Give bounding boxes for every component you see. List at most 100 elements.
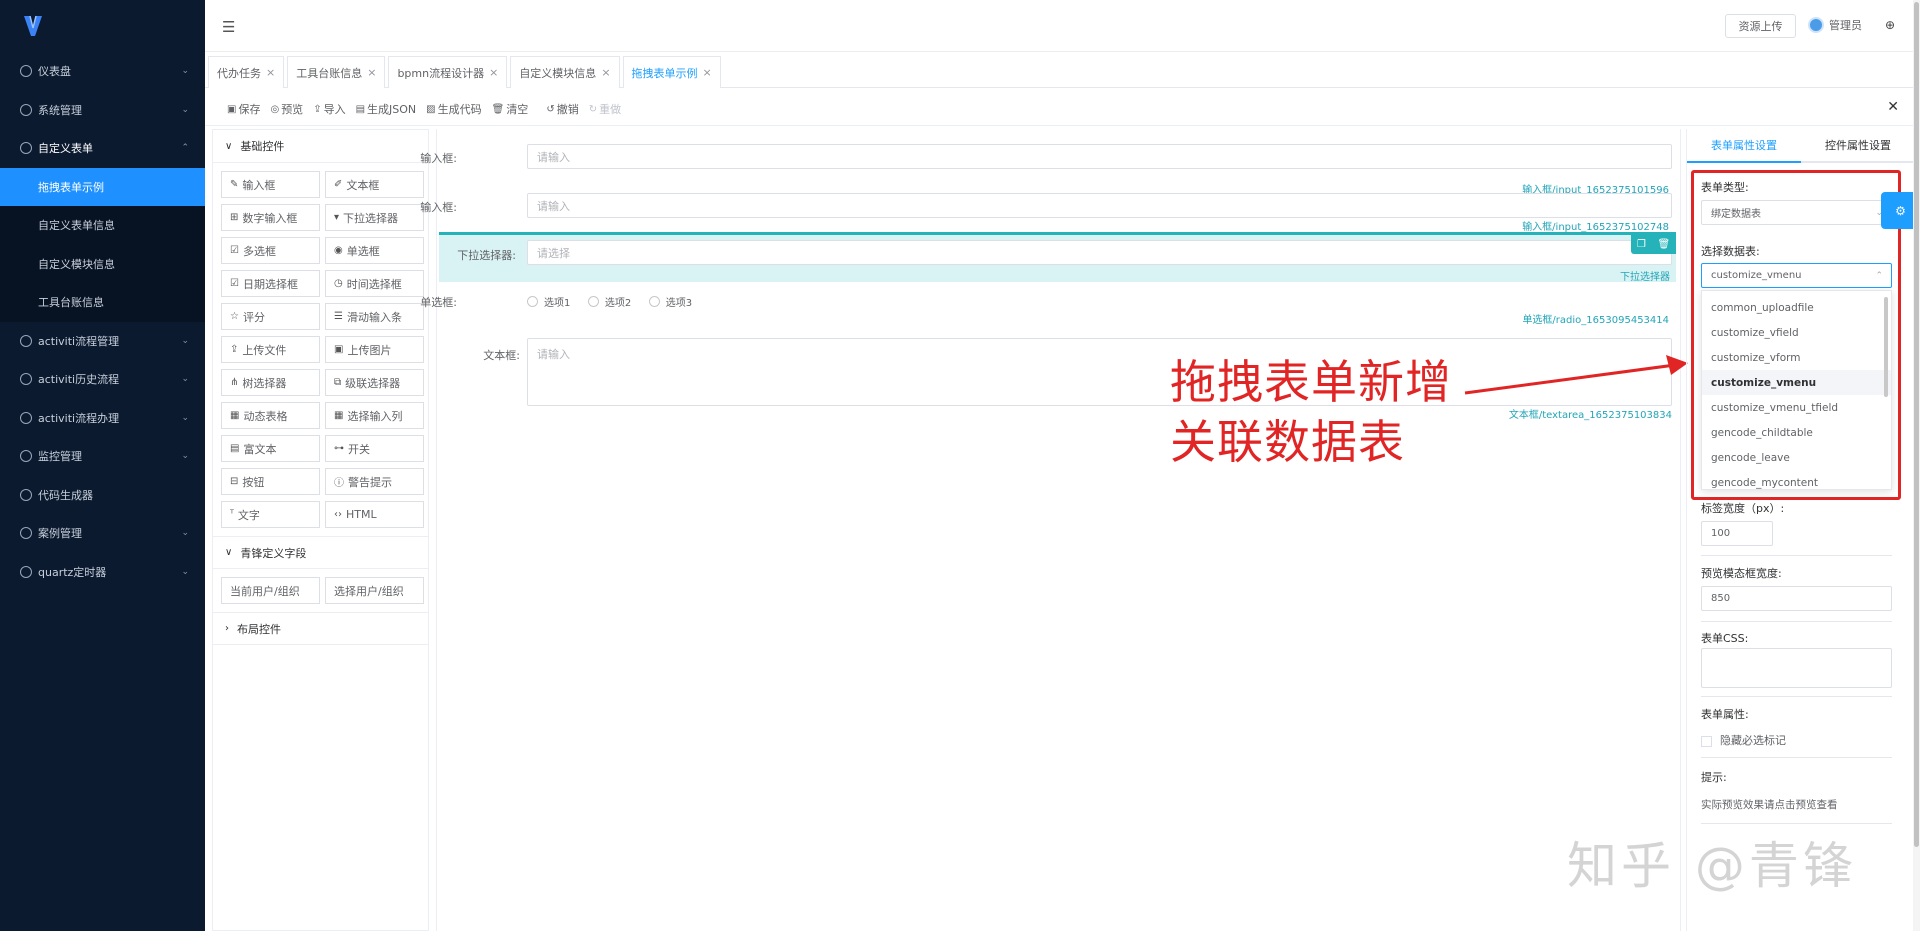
sidebar-item-system[interactable]: 系统管理 ⌄	[0, 91, 205, 130]
widget-current-user-org[interactable]: 当前用户/组织	[221, 577, 320, 604]
widget-item[interactable]: ☰ 滑动输入条	[325, 303, 424, 330]
preview-button[interactable]: ◎ 预览	[270, 101, 303, 117]
sidebar-subitem-drag-form[interactable]: 拖拽表单示例	[0, 167, 205, 206]
widget-item[interactable]: ◷ 时间选择框	[325, 270, 424, 297]
redo-button[interactable]: ↻ 重做	[589, 101, 621, 117]
close-icon[interactable]: ×	[703, 66, 712, 79]
widget-item[interactable]: ✎ 输入框	[221, 171, 320, 198]
widget-item[interactable]: ▦ 选择输入列	[325, 402, 424, 429]
close-icon[interactable]: ×	[266, 66, 275, 79]
checkbox-box	[1701, 735, 1712, 747]
sidebar-item-cases[interactable]: 案例管理 ⌄	[0, 514, 205, 553]
widget-item[interactable]: ‹› HTML	[325, 501, 424, 528]
generate-json-button[interactable]: ▤ 生成JSON	[356, 101, 417, 117]
widget-item[interactable]: ☆ 评分	[221, 303, 320, 330]
widget-item[interactable]: ▤ 富文本	[221, 435, 320, 462]
tab-widget-props[interactable]: 控件属性设置	[1801, 129, 1915, 161]
sidebar-subitem-label: 工具台账信息	[38, 296, 104, 310]
tab-bpmn[interactable]: bpmn流程设计器 ×	[388, 56, 508, 88]
form-canvas[interactable]: 输入框: 请输入 输入框/input_1652375101596 输入框: 请输…	[420, 129, 1681, 931]
widget-select-user-org[interactable]: 选择用户/组织	[325, 577, 424, 604]
radio-label: 选项1	[544, 298, 571, 309]
label-width-input[interactable]: 100	[1701, 521, 1773, 546]
annotation-arrow-icon	[1464, 355, 1688, 395]
app-logo[interactable]	[0, 0, 205, 52]
sidebar-item-monitor[interactable]: 监控管理 ⌄	[0, 437, 205, 476]
widget-item[interactable]: ▾ 下拉选择器	[325, 204, 424, 231]
widget-item[interactable]: ☑ 多选框	[221, 237, 320, 264]
redo-label: 重做	[599, 103, 622, 116]
annotation-text: 拖拽表单新增 关联数据表	[1170, 352, 1452, 472]
widget-label: 评分	[242, 310, 265, 324]
widget-label: 当前用户/组织	[230, 584, 300, 598]
widget-item[interactable]: ☑ 日期选择框	[221, 270, 320, 297]
undo-button[interactable]: ↺ 撤销	[546, 101, 578, 117]
chevron-down-icon: ⌄	[181, 451, 189, 462]
widget-item[interactable]: ⋔ 树选择器	[221, 369, 320, 396]
sidebar-item-codegen[interactable]: 代码生成器	[0, 476, 205, 515]
close-icon[interactable]: ×	[367, 66, 376, 79]
close-icon[interactable]: ×	[601, 66, 610, 79]
radio-option-3[interactable]: 选项3	[648, 294, 692, 309]
widget-item[interactable]: ⊞ 数字输入框	[221, 204, 320, 231]
widget-item[interactable]: ▦ 动态表格	[221, 402, 320, 429]
basic-widgets-group[interactable]: ∨ 基础控件	[213, 130, 428, 163]
import-button[interactable]: ⇪ 导入	[313, 101, 345, 117]
widget-item[interactable]: ✐ 文本框	[325, 171, 424, 198]
input-field[interactable]: 请输入	[527, 144, 1672, 169]
form-css-textarea[interactable]	[1701, 648, 1892, 688]
widget-item[interactable]: ⊶ 开关	[325, 435, 424, 462]
input-field[interactable]: 请输入	[527, 193, 1672, 218]
sidebar-subitem-module-info[interactable]: 自定义模块信息	[0, 244, 205, 283]
select-field[interactable]: 请选择	[527, 240, 1672, 265]
sidebar-subitem-form-info[interactable]: 自定义表单信息	[0, 206, 205, 245]
tab-label: bpmn流程设计器	[397, 66, 485, 80]
language-globe-icon[interactable]: ⊕	[1885, 18, 1895, 32]
widget-item[interactable]: ⧉ 级联选择器	[325, 369, 424, 396]
radio-option-2[interactable]: 选项2	[587, 294, 631, 309]
group-title: 青锋定义字段	[240, 546, 307, 560]
close-designer-icon[interactable]: ✕	[1887, 99, 1899, 115]
widget-item[interactable]: ▣ 上传图片	[325, 336, 424, 363]
scrollbar-thumb[interactable]	[1914, 2, 1919, 847]
sidebar-item-custom-form[interactable]: 自定义表单 ⌃	[0, 129, 205, 168]
widget-item[interactable]: ᵀ 文字	[221, 501, 320, 528]
tab-drag-form[interactable]: 拖拽表单示例 ×	[622, 56, 721, 88]
custom-widgets-group[interactable]: ∨ 青锋定义字段	[213, 536, 428, 569]
widget-icon: ⊶	[334, 443, 344, 454]
menu-collapse-icon[interactable]: ☰	[222, 18, 235, 36]
chevron-down-icon: ⌄	[181, 412, 189, 423]
sidebar-item-activiti-manage[interactable]: activiti流程管理 ⌄	[0, 322, 205, 361]
user-menu[interactable]: 管理员	[1808, 17, 1862, 33]
close-icon[interactable]: ×	[489, 66, 498, 79]
layout-widgets-group[interactable]: › 布局控件	[213, 612, 428, 645]
tab-tool-ledger[interactable]: 工具台账信息 ×	[287, 56, 386, 88]
preview-width-input[interactable]: 850	[1701, 586, 1892, 611]
sidebar-subitem-tool-ledger[interactable]: 工具台账信息	[0, 283, 205, 322]
tab-module-info[interactable]: 自定义模块信息 ×	[510, 56, 620, 88]
delete-icon[interactable]: 🗑	[1657, 239, 1670, 250]
resource-upload-button[interactable]: 资源上传	[1725, 14, 1796, 38]
widget-item[interactable]: ◉ 单选框	[325, 237, 424, 264]
sidebar-item-dashboard[interactable]: 仪表盘 ⌄	[0, 52, 205, 91]
page-scrollbar[interactable]	[1913, 0, 1920, 931]
widget-item[interactable]: ⓘ 警告提示	[325, 468, 424, 495]
hide-required-checkbox[interactable]: 隐藏必选标记	[1701, 732, 1786, 748]
tab-todo[interactable]: 代办任务 ×	[208, 56, 285, 88]
flow-icon	[20, 334, 32, 347]
clear-button[interactable]: 🗑 清空	[492, 101, 529, 117]
sidebar-item-activiti-handle[interactable]: activiti流程办理 ⌄	[0, 399, 205, 438]
sidebar-item-quartz[interactable]: quartz定时器 ⌄	[0, 553, 205, 592]
tab-form-props[interactable]: 表单属性设置	[1687, 129, 1801, 163]
widget-item[interactable]: ⇪ 上传文件	[221, 336, 320, 363]
widget-item[interactable]: ⊟ 按钮	[221, 468, 320, 495]
generate-code-button[interactable]: ▨ 生成代码	[426, 101, 481, 117]
radio-option-1[interactable]: 选项1	[527, 294, 570, 309]
widget-icon: ☑	[230, 278, 239, 289]
sidebar-item-activiti-history[interactable]: activiti历史流程 ⌄	[0, 360, 205, 399]
code-icon: ▨	[426, 103, 436, 115]
gen-code-label: 生成代码	[437, 103, 482, 116]
copy-icon[interactable]: ❐	[1637, 239, 1646, 250]
save-button[interactable]: ▣ 保存	[227, 101, 260, 117]
form-field-select-selected[interactable]: 下拉选择器: 请选择 ❐ 🗑 下拉选择器	[439, 232, 1676, 283]
